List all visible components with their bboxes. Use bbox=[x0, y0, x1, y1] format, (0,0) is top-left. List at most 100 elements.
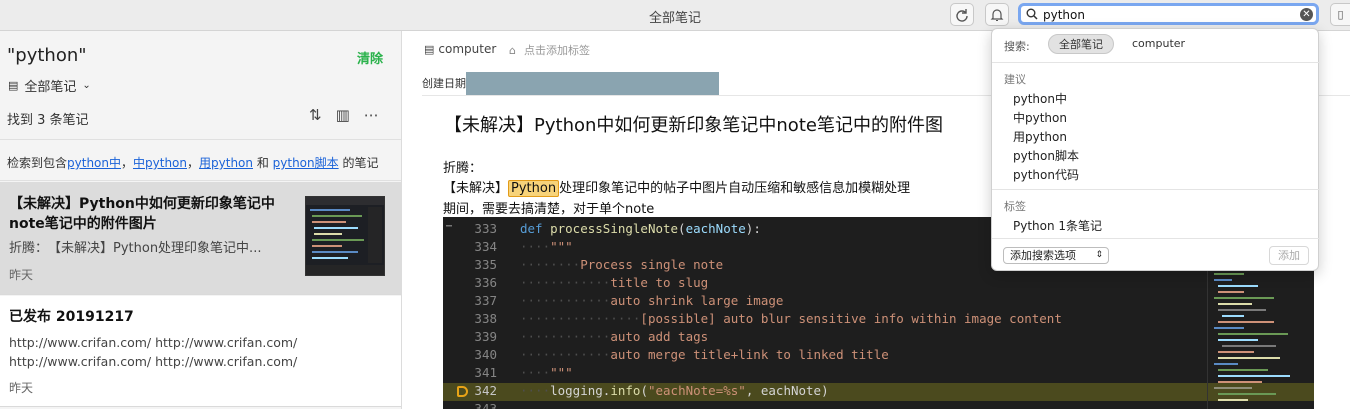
scope-notebook[interactable]: computer bbox=[1122, 34, 1195, 54]
chevron-down-icon: ⌄ bbox=[82, 80, 91, 91]
code-text: def processSingleNote(eachNote): bbox=[520, 221, 761, 236]
share-icon: ▯ bbox=[1337, 8, 1344, 21]
hint-separator: ， bbox=[121, 156, 134, 170]
breakpoint-icon bbox=[457, 386, 468, 397]
line-number: 343 bbox=[474, 401, 497, 409]
code-text: ····logging.info("eachNote=%s", eachNote… bbox=[520, 383, 829, 398]
redacted-date bbox=[466, 72, 719, 96]
view-layout-icon[interactable]: ▥ bbox=[336, 106, 350, 124]
add-tag[interactable]: ⌂ 点击添加标签 bbox=[509, 42, 590, 58]
search-hint: 检索到包含python中，中python，用python 和 python脚本 … bbox=[0, 139, 401, 181]
suggestion-item[interactable]: 用python bbox=[1013, 128, 1067, 145]
note-card[interactable]: 已发布 20191217 http://www.crifan.com/ http… bbox=[0, 296, 401, 407]
notebook-icon: ▤ bbox=[8, 79, 19, 92]
scope-all-notes[interactable]: 全部笔记 bbox=[1048, 34, 1114, 54]
share-button[interactable]: ▯ bbox=[1330, 3, 1350, 26]
notebook-selector[interactable]: ▤ 全部笔记 ⌄ bbox=[8, 76, 91, 95]
search-box[interactable]: ✕ bbox=[1018, 3, 1319, 25]
notebook-label: 全部笔记 bbox=[24, 80, 77, 95]
sync-button[interactable] bbox=[950, 3, 974, 26]
note-text: 折腾： bbox=[443, 161, 483, 176]
line-number: 340 bbox=[474, 347, 497, 362]
search-scope-label: 搜索: bbox=[1004, 40, 1030, 53]
code-text: ············title to slug bbox=[520, 275, 709, 290]
search-query-title: "python" bbox=[7, 45, 87, 66]
note-card-title: 已发布 20191217 bbox=[9, 309, 134, 325]
hint-term-link[interactable]: 中python bbox=[133, 156, 187, 170]
line-number: 341 bbox=[474, 365, 497, 380]
tags-heading: 标签 bbox=[1004, 200, 1026, 213]
notification-button[interactable] bbox=[985, 3, 1009, 26]
line-number: 337 bbox=[474, 293, 497, 308]
code-text: ········Process single note bbox=[520, 257, 724, 272]
code-line: 337 ············auto shrink large image bbox=[443, 293, 1314, 311]
code-text: ····""" bbox=[520, 365, 573, 380]
divider bbox=[992, 238, 1320, 239]
hint-term-link[interactable]: 用python bbox=[199, 156, 253, 170]
note-text: 【未解决】 Python 处理印象笔记中的帖子中图片自动压缩和敏感信息加模糊处理 bbox=[443, 177, 911, 197]
note-text: 期间，需要去搞清楚，对于单个note bbox=[443, 202, 655, 217]
hint-term-link[interactable]: python中 bbox=[67, 156, 121, 170]
suggestion-item[interactable]: python代码 bbox=[1013, 166, 1079, 183]
add-button[interactable]: 添加 bbox=[1269, 246, 1309, 265]
line-number: 335 bbox=[474, 257, 497, 272]
hint-prefix: 检索到包含 bbox=[7, 156, 68, 170]
divider bbox=[992, 189, 1320, 190]
search-input[interactable] bbox=[1043, 7, 1298, 23]
clear-button[interactable]: 清除 bbox=[357, 48, 383, 67]
note-text-part: 【未解决】 bbox=[443, 181, 509, 196]
code-text: ····""" bbox=[520, 239, 573, 254]
clear-search-icon[interactable]: ✕ bbox=[1300, 8, 1313, 21]
code-line: 341 ····""" bbox=[443, 365, 1314, 383]
hint-suffix: 的笔记 bbox=[342, 156, 379, 170]
line-number: 334 bbox=[474, 239, 497, 254]
notebook-icon: ▤ bbox=[424, 42, 435, 56]
tag-suggestion[interactable]: Python 1条笔记 bbox=[1013, 217, 1102, 234]
suggestions-heading: 建议 bbox=[1004, 73, 1026, 86]
add-search-option-select[interactable]: 添加搜索选项 ⇕ bbox=[1003, 247, 1109, 264]
line-number: 333 bbox=[474, 221, 497, 236]
note-list-panel: "python" 清除 ▤ 全部笔记 ⌄ 找到 3 条笔记 ⇅ ▥ ⋯ 检索到包… bbox=[0, 31, 402, 409]
bell-icon bbox=[990, 8, 1004, 21]
code-line: 342 ····logging.info("eachNote=%s", eachN… bbox=[443, 383, 1314, 401]
code-text: ················[possible] auto blur sen… bbox=[520, 311, 1062, 326]
hint-separator: ， bbox=[187, 156, 200, 170]
note-notebook[interactable]: ▤ computer bbox=[424, 42, 496, 56]
note-card-date: 昨天 bbox=[9, 381, 34, 395]
code-line: 338 ················[possible] auto blur … bbox=[443, 311, 1314, 329]
sync-icon bbox=[956, 8, 968, 22]
code-line: 340 ············auto merge title+link to … bbox=[443, 347, 1314, 365]
note-card-snippet: http://www.crifan.com/ http://www.crifan… bbox=[9, 335, 298, 369]
sort-icon[interactable]: ⇅ bbox=[309, 106, 322, 124]
code-text: ············auto merge title+link to lin… bbox=[520, 347, 889, 362]
note-notebook-label: computer bbox=[438, 42, 497, 56]
note-card-title: 【未解决】Python中如何更新印象笔记中note笔记中的附件图片 bbox=[9, 196, 275, 232]
suggestion-item[interactable]: 中python bbox=[1013, 109, 1067, 126]
suggestion-item[interactable]: python脚本 bbox=[1013, 147, 1079, 164]
hint-and: 和 bbox=[253, 156, 273, 170]
code-text: ············auto add tags bbox=[520, 329, 709, 344]
list-tools: ⇅ ▥ ⋯ bbox=[309, 106, 379, 124]
note-thumbnail bbox=[305, 196, 385, 276]
updown-icon: ⇕ bbox=[1095, 250, 1103, 260]
suggestion-item[interactable]: python中 bbox=[1013, 90, 1067, 107]
line-number: 339 bbox=[474, 329, 497, 344]
note-card-date: 昨天 bbox=[9, 268, 34, 282]
tag-placeholder: 点击添加标签 bbox=[523, 44, 590, 57]
code-line: 339 ············auto add tags bbox=[443, 329, 1314, 347]
search-icon bbox=[1026, 8, 1038, 20]
search-highlight: Python bbox=[508, 180, 560, 197]
window-toolbar: 全部笔记 ✕ ▯ bbox=[0, 0, 1350, 31]
divider bbox=[992, 62, 1320, 63]
code-text: ············auto shrink large image bbox=[520, 293, 784, 308]
result-count: 找到 3 条笔记 bbox=[7, 113, 89, 128]
line-number: 342 bbox=[474, 383, 497, 398]
note-title[interactable]: 【未解决】Python中如何更新印象笔记中note笔记中的附件图 bbox=[444, 111, 943, 137]
add-search-option-label: 添加搜索选项 bbox=[1010, 249, 1076, 262]
note-card[interactable]: 【未解决】Python中如何更新印象笔记中note笔记中的附件图片 折腾： 【未… bbox=[0, 182, 401, 295]
note-card-snippet: 折腾： 【未解决】Python处理印象笔记中... bbox=[9, 241, 262, 256]
hint-term-link[interactable]: python脚本 bbox=[273, 156, 339, 170]
note-text-part: 处理印象笔记中的帖子中图片自动压缩和敏感信息加模糊处理 bbox=[559, 181, 911, 196]
more-icon[interactable]: ⋯ bbox=[364, 106, 379, 124]
created-date-label: 创建日期 bbox=[422, 77, 466, 90]
